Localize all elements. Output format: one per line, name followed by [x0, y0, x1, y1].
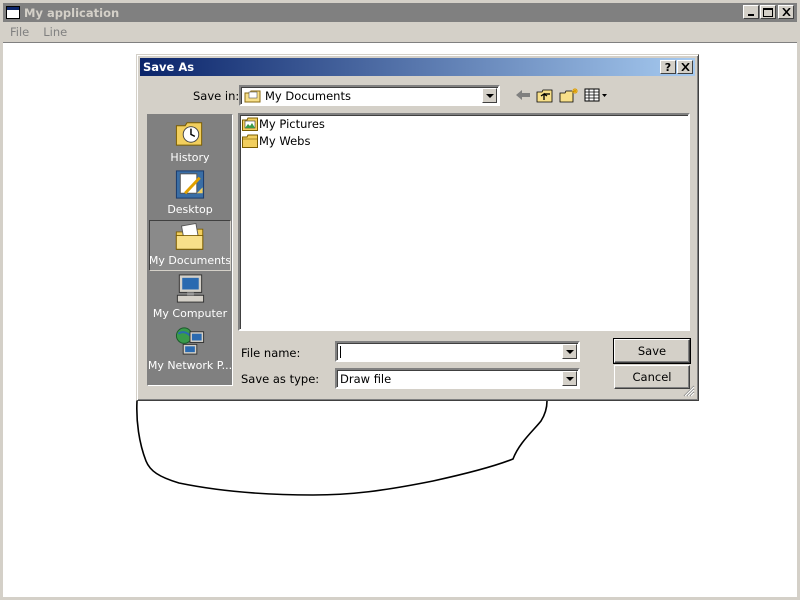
my-computer-icon: [176, 274, 205, 303]
save-in-value: My Documents: [265, 88, 351, 103]
file-name-label: File name:: [241, 346, 301, 360]
close-x-icon: [680, 63, 690, 71]
view-menu-icon[interactable]: [583, 86, 609, 104]
minimize-icon[interactable]: [743, 5, 759, 19]
save-in-dropdown[interactable]: My Documents: [239, 85, 500, 106]
pictures-folder-icon: [242, 117, 258, 131]
desktop-icon: [175, 170, 205, 199]
save-as-type-value: Draw file: [340, 371, 392, 386]
app-window-icon: [6, 6, 20, 19]
place-my-computer-label: My Computer: [152, 307, 228, 320]
help-button[interactable]: ?: [660, 60, 676, 74]
cancel-button[interactable]: Cancel: [614, 365, 690, 389]
place-history[interactable]: History: [149, 116, 231, 167]
places-bar: History Desktop My Documents My Computer…: [147, 114, 233, 386]
place-history-label: History: [170, 151, 210, 164]
place-my-network-places[interactable]: My Network P...: [149, 324, 231, 375]
my-network-places-icon: [175, 327, 205, 355]
app-titlebar[interactable]: My application: [3, 3, 797, 22]
file-list[interactable]: My Pictures My Webs: [238, 113, 690, 331]
folder-icon: [242, 134, 258, 148]
maximize-icon[interactable]: [760, 5, 776, 19]
place-my-computer[interactable]: My Computer: [149, 272, 231, 323]
dialog-title: Save As: [143, 60, 195, 74]
save-button[interactable]: Save: [613, 338, 691, 364]
my-documents-icon: [175, 222, 204, 250]
save-as-type-dropdown-arrow[interactable]: [562, 371, 577, 386]
place-my-network-places-label: My Network P...: [149, 359, 231, 372]
close-icon[interactable]: [778, 5, 794, 19]
place-desktop[interactable]: Desktop: [149, 168, 231, 219]
save-as-type-dropdown[interactable]: Draw file: [335, 368, 580, 389]
save-in-dropdown-arrow[interactable]: [482, 88, 497, 103]
up-folder-icon[interactable]: [535, 86, 555, 104]
save-as-type-label: Save as type:: [241, 372, 320, 386]
dialog-close-button[interactable]: [677, 60, 693, 74]
app-window: My application File Line Save As ? Save …: [0, 0, 800, 600]
my-documents-small-icon: [244, 90, 261, 102]
save-as-dialog: Save As ? Save in: My Documents History …: [136, 54, 699, 401]
app-title: My application: [24, 5, 120, 20]
file-item-my-webs[interactable]: My Webs: [242, 134, 310, 148]
file-name-my-webs: My Webs: [259, 134, 311, 148]
dialog-titlebar[interactable]: Save As ?: [140, 58, 695, 76]
menu-file[interactable]: File: [3, 25, 36, 39]
file-name-dropdown-arrow[interactable]: [562, 344, 577, 359]
place-my-documents-label: My Documents: [149, 254, 231, 267]
file-name-input[interactable]: [335, 341, 580, 362]
menu-line[interactable]: Line: [36, 25, 74, 39]
resize-grip-icon[interactable]: [683, 385, 695, 397]
file-name-my-pictures: My Pictures: [259, 117, 325, 131]
new-folder-icon[interactable]: [559, 86, 579, 104]
text-caret: [340, 345, 341, 358]
history-icon: [175, 122, 203, 146]
save-in-label: Save in:: [193, 89, 240, 103]
place-desktop-label: Desktop: [167, 203, 213, 216]
app-menubar: File Line: [3, 22, 797, 41]
file-item-my-pictures[interactable]: My Pictures: [242, 117, 325, 131]
back-arrow-icon[interactable]: [513, 86, 533, 104]
place-my-documents[interactable]: My Documents: [149, 220, 231, 271]
